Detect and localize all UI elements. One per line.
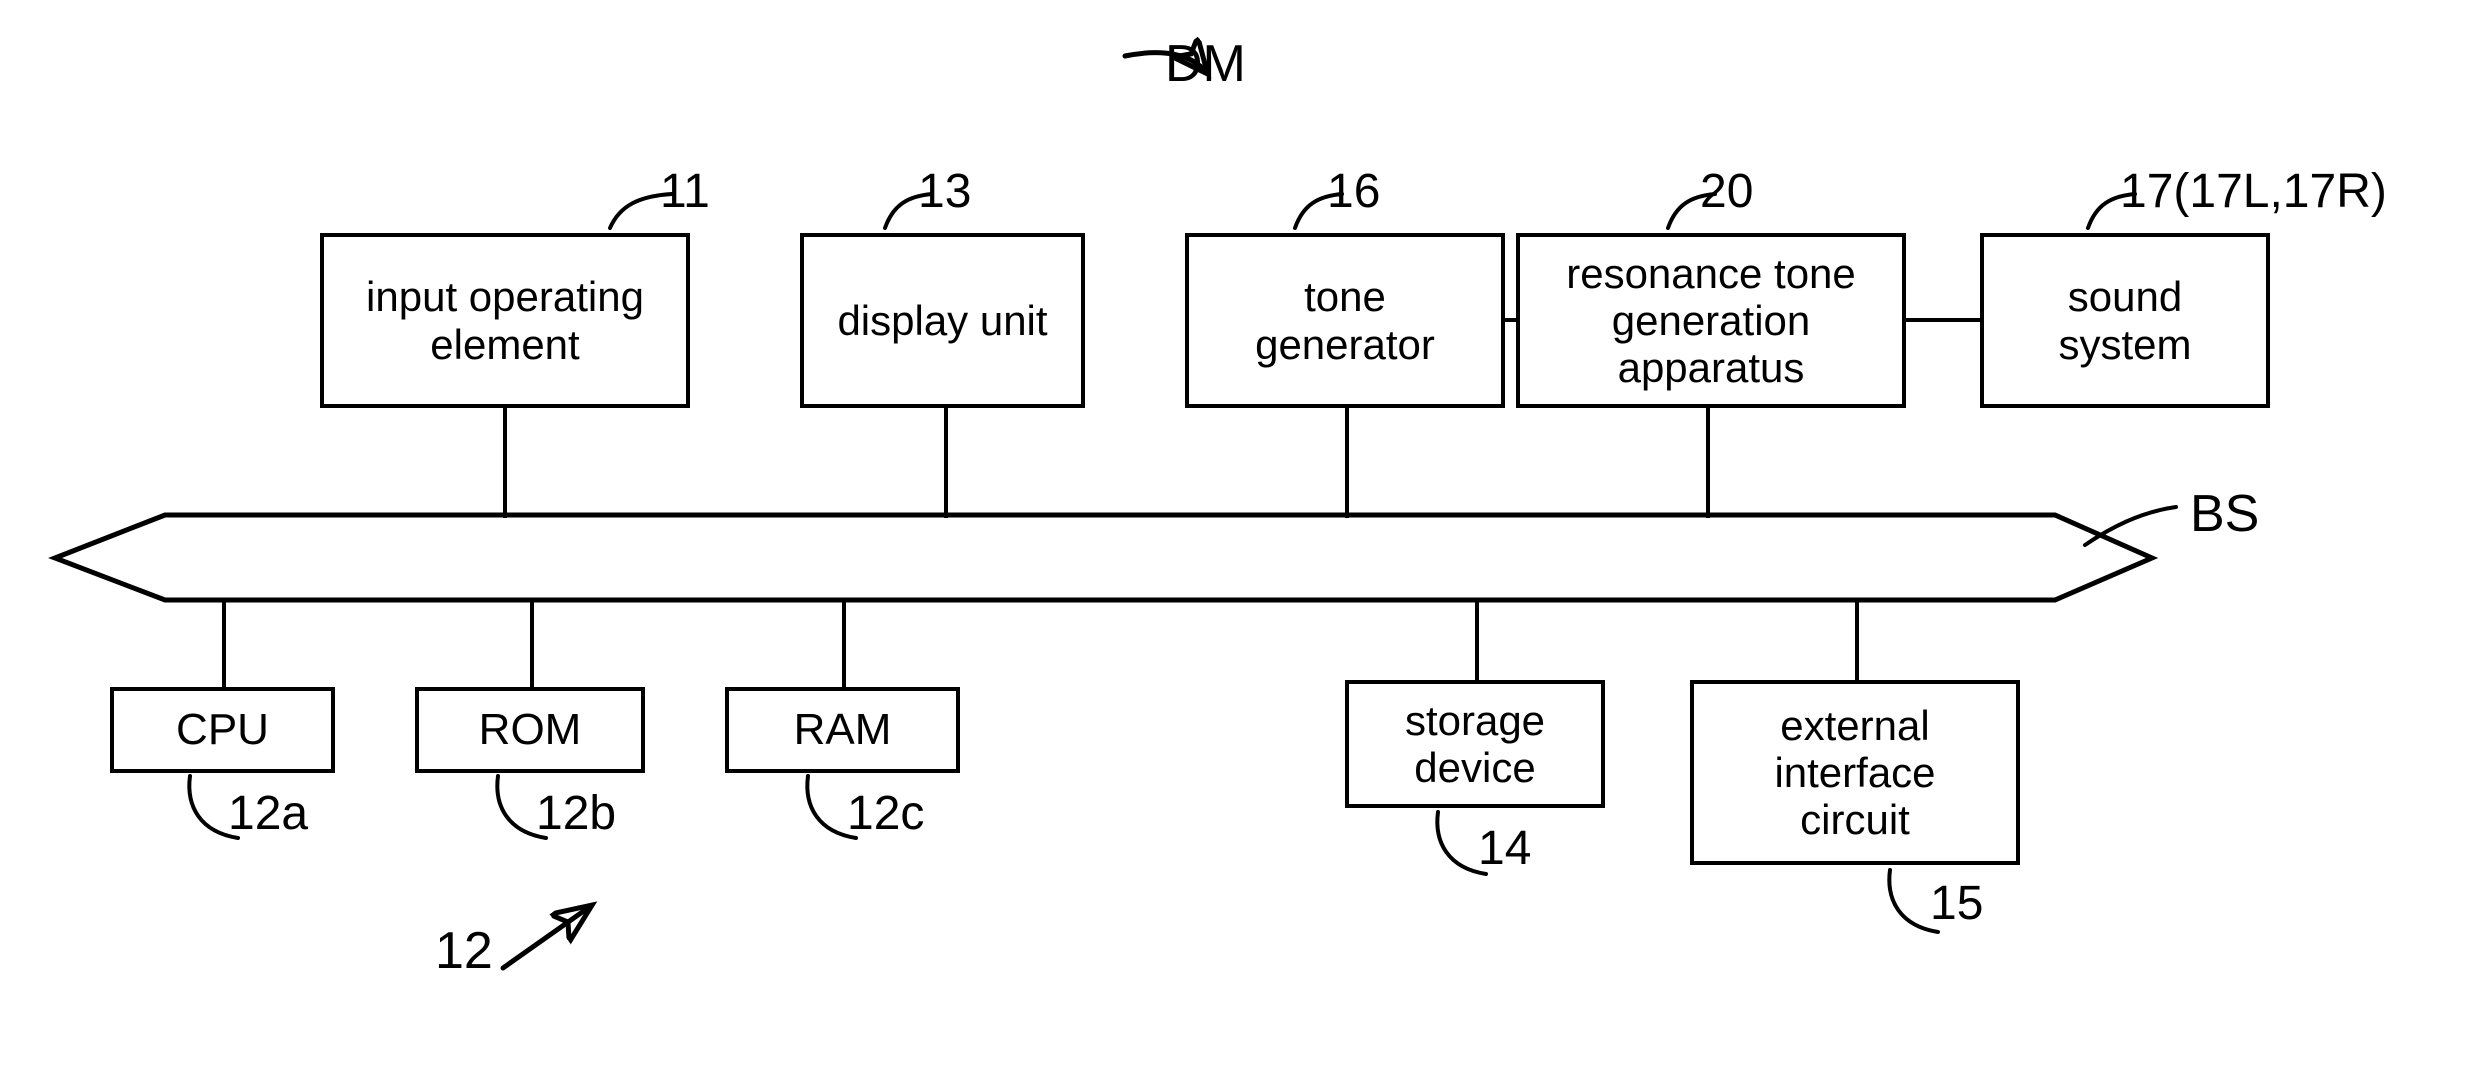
block-label-resonance-tone-generation-apparatus: resonance tone generation apparatus: [1566, 249, 1856, 392]
drop-external-interface: [1855, 598, 1859, 682]
block-storage-device: storage device: [1345, 680, 1605, 808]
callout-arrow-group-12: [500, 908, 588, 971]
block-tone-generator: tone generator: [1185, 233, 1505, 408]
reference-numeral-external-interface-circuit: 15: [1930, 877, 1984, 930]
link-tone-to-resonance: [1505, 318, 1517, 322]
reference-numeral-sound-system: 17(17L,17R): [2120, 165, 2387, 218]
block-ram: RAM: [725, 687, 960, 773]
bus-label-bs: BS: [2190, 485, 2260, 543]
block-sound-system: sound system: [1980, 233, 2270, 408]
bus-shape: [48, 512, 2159, 603]
block-rom: ROM: [415, 687, 645, 773]
drop-rom: [530, 598, 534, 688]
reference-numeral-tone-generator: 16: [1327, 165, 1381, 218]
drop-cpu: [222, 598, 226, 688]
drop-storage-device: [1475, 598, 1479, 682]
reference-numeral-ram: 12c: [847, 787, 925, 840]
drop-display-unit: [944, 408, 948, 518]
system-label-dm: DM: [1165, 35, 1246, 93]
block-resonance-tone-generation-apparatus: resonance tone generation apparatus: [1516, 233, 1906, 408]
bus-bar: [48, 512, 2159, 603]
block-label-display-unit: display unit: [837, 296, 1048, 344]
block-input-operating-element: input operating element: [320, 233, 690, 408]
drop-resonance: [1706, 408, 1710, 518]
reference-numeral-rom: 12b: [536, 787, 617, 840]
group-label-12: 12: [435, 922, 493, 980]
block-label-sound-system: sound system: [2058, 273, 2192, 368]
reference-numeral-storage-device: 14: [1478, 822, 1532, 875]
drop-input-operating-element: [503, 408, 507, 518]
block-cpu: CPU: [110, 687, 335, 773]
block-display-unit: display unit: [800, 233, 1085, 408]
reference-numeral-resonance-tone-generation-apparatus: 20: [1700, 165, 1754, 218]
block-label-input-operating-element: input operating element: [366, 273, 644, 368]
reference-numeral-cpu: 12a: [228, 787, 309, 840]
reference-numeral-input-operating-element: 11: [660, 165, 710, 218]
block-label-cpu: CPU: [176, 705, 269, 755]
block-label-external-interface-circuit: external interface circuit: [1774, 701, 1936, 844]
reference-numeral-display-unit: 13: [918, 165, 972, 218]
link-resonance-to-sound: [1906, 318, 1981, 322]
block-label-tone-generator: tone generator: [1255, 273, 1435, 368]
figure-canvas: DM BS 12 input operating element 11 displa…: [0, 0, 2468, 1068]
block-label-storage-device: storage device: [1404, 696, 1546, 791]
diagram-overlay: [48, 0, 2178, 971]
drop-tone-generator: [1345, 408, 1349, 518]
drop-ram: [842, 598, 846, 688]
block-label-ram: RAM: [793, 705, 892, 755]
block-label-rom: ROM: [478, 705, 582, 755]
block-external-interface-circuit: external interface circuit: [1690, 680, 2020, 865]
